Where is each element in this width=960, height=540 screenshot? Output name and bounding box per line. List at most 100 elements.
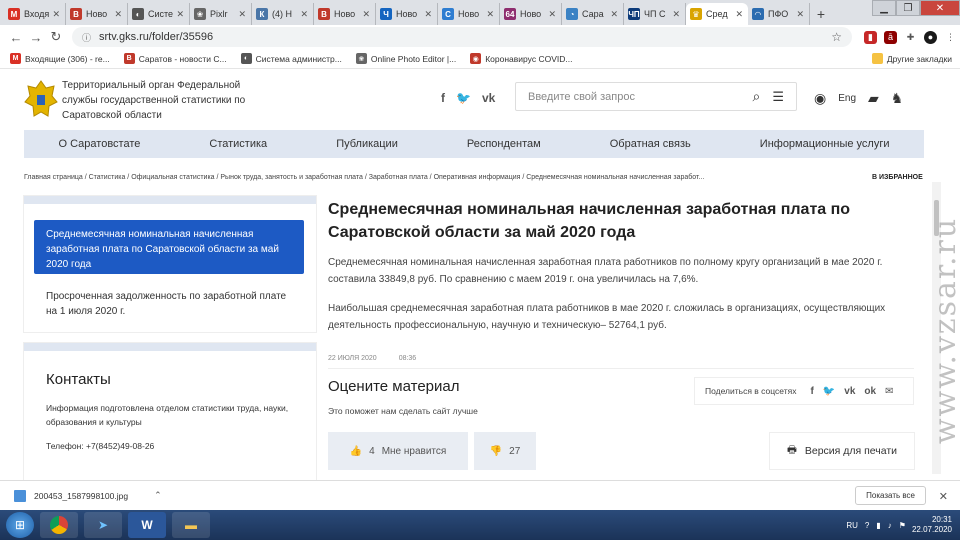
share-vk-icon[interactable]: vk	[844, 386, 855, 397]
maximize-button[interactable]: ❐	[896, 0, 920, 16]
bookmark-item[interactable]: ◉ Коронавирус COVID...	[470, 53, 572, 64]
profile-avatar-icon[interactable]: ●	[924, 30, 937, 44]
sidebar-item-debt[interactable]: Просроченная задолженность по заработной…	[46, 289, 296, 319]
new-tab-button[interactable]: +	[810, 3, 832, 25]
news-b-icon: B	[70, 8, 82, 20]
tray-help-icon[interactable]: ?	[865, 521, 869, 530]
browser-tab[interactable]: ❀ Pixlr ✕	[190, 3, 252, 25]
russia-map-icon[interactable]: ▰	[868, 90, 879, 107]
bookmark-item[interactable]: ❀ Online Photo Editor |...	[355, 53, 457, 64]
close-tab-icon[interactable]: ✕	[114, 9, 122, 20]
like-button[interactable]: 👍 4 Мне нравится	[328, 432, 468, 470]
extension-red-icon[interactable]: ▮	[864, 30, 877, 44]
forward-icon[interactable]: →	[26, 30, 46, 45]
tray-volume-icon[interactable]: ♪	[888, 521, 892, 530]
share-facebook-icon[interactable]: f	[810, 386, 813, 397]
tray-network-icon[interactable]: ▮	[876, 521, 880, 530]
browser-tab[interactable]: ◐ Систе ✕	[128, 3, 190, 25]
show-all-button[interactable]: Показать все	[855, 486, 926, 505]
browser-tab[interactable]: M Входя ✕	[4, 3, 66, 25]
close-tab-icon[interactable]: ✕	[796, 9, 804, 20]
menu-item[interactable]: Статистика	[209, 138, 267, 150]
menu-item[interactable]: Обратная связь	[610, 138, 691, 150]
facebook-icon[interactable]: f	[441, 91, 445, 105]
close-tab-icon[interactable]: ✕	[610, 9, 618, 20]
url-field[interactable]: ⓘ srtv.gks.ru/folder/35596 ☆	[72, 27, 852, 47]
browser-tab[interactable]: ◔ Сара ✕	[562, 3, 624, 25]
browser-tab[interactable]: ◠ ПФО ✕	[748, 3, 810, 25]
bookmark-item[interactable]: M Входящие (306) - re...	[10, 53, 110, 64]
folder-icon	[871, 53, 883, 64]
close-tab-icon[interactable]: ✕	[238, 9, 246, 20]
close-download-bar-icon[interactable]: ✕	[939, 490, 948, 503]
browser-tab[interactable]: 64 Ново ✕	[500, 3, 562, 25]
filter-icon[interactable]: ☰	[772, 89, 784, 105]
bookmark-icon: B	[123, 53, 135, 64]
share-email-icon[interactable]: ✉	[885, 386, 893, 397]
breadcrumb[interactable]: Главная страница / Статистика / Официаль…	[24, 174, 704, 181]
browser-tab[interactable]: B Ново ✕	[66, 3, 128, 25]
close-tab-icon[interactable]: ✕	[300, 9, 308, 20]
extensions-puzzle-icon[interactable]: ✚	[904, 30, 917, 44]
close-tab-icon[interactable]: ✕	[52, 9, 60, 20]
close-window-button[interactable]: ✕	[920, 0, 960, 16]
close-tab-icon[interactable]: ✕	[424, 9, 432, 20]
word-taskbar-icon[interactable]: W	[128, 512, 166, 538]
telegram-taskbar-icon[interactable]: ➤	[84, 512, 122, 538]
extension-translate-icon[interactable]: ā	[884, 30, 897, 44]
menu-icon[interactable]: ⋮	[944, 30, 957, 44]
download-filename[interactable]: 200453_1587998100.jpg	[34, 491, 128, 501]
browser-tab[interactable]: C Ново ✕	[438, 3, 500, 25]
lang-switch[interactable]: Eng	[838, 93, 856, 104]
tab-label: ПФО	[768, 9, 789, 19]
close-tab-icon[interactable]: ✕	[548, 9, 556, 20]
browser-tab[interactable]: Ч Ново ✕	[376, 3, 438, 25]
explorer-taskbar-icon[interactable]: ▬	[172, 512, 210, 538]
bookmark-star-icon[interactable]: ☆	[831, 30, 842, 44]
search-icon[interactable]: ⌕	[753, 88, 761, 105]
menu-item[interactable]: Публикации	[336, 138, 398, 150]
twitter-icon[interactable]: 🐦	[456, 91, 471, 105]
close-tab-icon[interactable]: ✕	[486, 9, 494, 20]
system-tray: RU ? ▮ ♪ ⚑	[846, 521, 906, 530]
close-tab-icon[interactable]: ✕	[735, 9, 743, 20]
bookmark-item[interactable]: ◐ Система администр...	[240, 53, 342, 64]
search-input[interactable]: Введите свой запрос ⌕ ☰	[515, 82, 797, 111]
print-version-button[interactable]: 🖶 Версия для печати	[769, 432, 915, 470]
start-button[interactable]: ⊞	[6, 512, 34, 538]
bookmark-label: Online Photo Editor |...	[370, 53, 457, 64]
menu-item[interactable]: О Саратовстате	[59, 138, 141, 150]
close-tab-icon[interactable]: ✕	[362, 9, 370, 20]
accessibility-eye-icon[interactable]: ◉	[814, 90, 826, 107]
menu-item[interactable]: Информационные услуги	[760, 138, 890, 150]
dislike-button[interactable]: 👎 27	[474, 432, 536, 470]
back-icon[interactable]: ←	[6, 30, 26, 45]
clock[interactable]: 20:31 22.07.2020	[912, 515, 952, 535]
other-bookmarks[interactable]: Другие закладки	[871, 53, 952, 64]
close-tab-icon[interactable]: ✕	[672, 9, 680, 20]
coat-of-arms-icon[interactable]: ♞	[891, 90, 904, 107]
chrome-taskbar-icon[interactable]	[40, 512, 78, 538]
menu-item[interactable]: Респондентам	[467, 138, 541, 150]
tab-label: Ново	[86, 9, 108, 19]
chevron-up-icon[interactable]: ⌃	[154, 490, 162, 501]
close-tab-icon[interactable]: ✕	[176, 9, 184, 20]
share-ok-icon[interactable]: ok	[864, 386, 876, 397]
add-favorites-link[interactable]: В ИЗБРАННОЕ	[872, 174, 923, 181]
browser-tab[interactable]: B Ново ✕	[314, 3, 376, 25]
browser-tab[interactable]: К (4) Н ✕	[252, 3, 314, 25]
tab-label: ЧП С	[644, 9, 666, 19]
vk-icon[interactable]: vk	[482, 91, 495, 105]
bookmark-item[interactable]: B Саратов - новости С...	[123, 53, 227, 64]
thumbs-down-icon: 👎	[489, 445, 503, 457]
org-name[interactable]: Территориальный орган Федеральной службы…	[62, 78, 252, 123]
browser-tab[interactable]: ЧП ЧП С ✕	[624, 3, 686, 25]
share-twitter-icon[interactable]: 🐦	[823, 386, 835, 397]
tray-lang[interactable]: RU	[846, 521, 858, 530]
browser-tab[interactable]: ♛ Сред ✕	[686, 3, 748, 25]
tray-flag-icon[interactable]: ⚑	[899, 521, 906, 530]
reload-icon[interactable]: ↻	[46, 29, 66, 45]
sidebar-item-active[interactable]: Среднемесячная номинальная начисленная з…	[34, 220, 304, 274]
minimize-button[interactable]: ▁	[872, 0, 896, 16]
info-icon[interactable]: ⓘ	[82, 31, 91, 44]
